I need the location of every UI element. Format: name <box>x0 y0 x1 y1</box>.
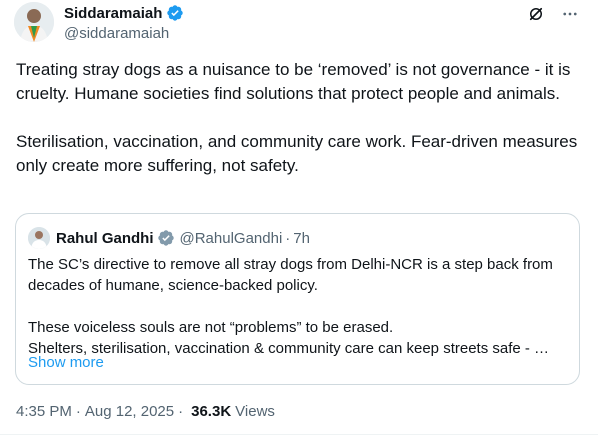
tweet-text: Treating stray dogs as a nuisance to be … <box>16 60 578 175</box>
quoted-text: The SC’s directive to remove all stray d… <box>28 256 553 357</box>
header-actions <box>526 4 580 24</box>
views-count[interactable]: 36.3K <box>191 403 231 420</box>
meta-separator-2: · <box>178 403 184 420</box>
views-label: Views <box>235 403 275 420</box>
tweet-meta: 4:35 PM · Aug 12, 2025 · 36.3K Views <box>16 403 275 420</box>
show-more-link[interactable]: Show more <box>28 354 104 371</box>
quoted-avatar[interactable] <box>28 227 50 249</box>
quoted-header: Rahul Gandhi @RahulGandhi · 7h <box>28 227 310 249</box>
meta-separator: · <box>75 403 81 420</box>
author-header: Siddaramaiah @siddaramaiah <box>64 3 184 42</box>
quoted-tweet[interactable]: Rahul Gandhi @RahulGandhi · 7h The SC’s … <box>15 213 580 385</box>
quoted-time[interactable]: 7h <box>293 230 310 247</box>
tweet-time[interactable]: 4:35 PM <box>16 403 72 420</box>
quoted-author-handle[interactable]: @RahulGandhi <box>180 230 283 247</box>
tweet-date[interactable]: Aug 12, 2025 <box>85 403 174 420</box>
verified-badge-icon[interactable] <box>166 4 184 22</box>
gray-verified-badge-icon[interactable] <box>157 229 175 247</box>
author-handle[interactable]: @siddaramaiah <box>64 25 184 42</box>
quoted-author-name[interactable]: Rahul Gandhi <box>56 230 154 247</box>
author-name[interactable]: Siddaramaiah <box>64 5 162 22</box>
grok-icon[interactable] <box>526 4 546 24</box>
more-icon[interactable] <box>560 4 580 24</box>
quoted-separator: · <box>285 229 291 247</box>
tweet: Siddaramaiah @siddaramaiah Treating stra… <box>0 0 598 436</box>
divider <box>0 434 598 435</box>
author-avatar[interactable] <box>14 2 54 42</box>
